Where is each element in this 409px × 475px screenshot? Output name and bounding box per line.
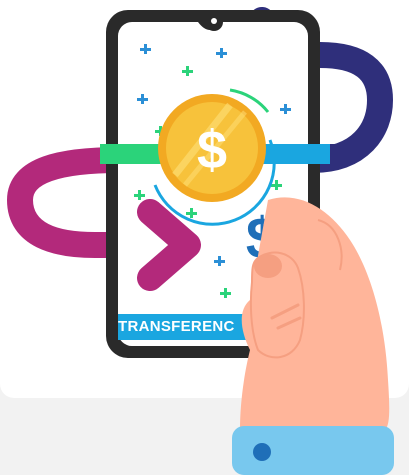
svg-text:$: $ (197, 120, 227, 180)
transfer-illustration: $ $ (6, 7, 394, 475)
cuff-button (253, 443, 271, 461)
illustration-stage: $ $ TRANSFERENC (0, 0, 409, 475)
banner-label: TRANSFERENC (118, 318, 235, 335)
